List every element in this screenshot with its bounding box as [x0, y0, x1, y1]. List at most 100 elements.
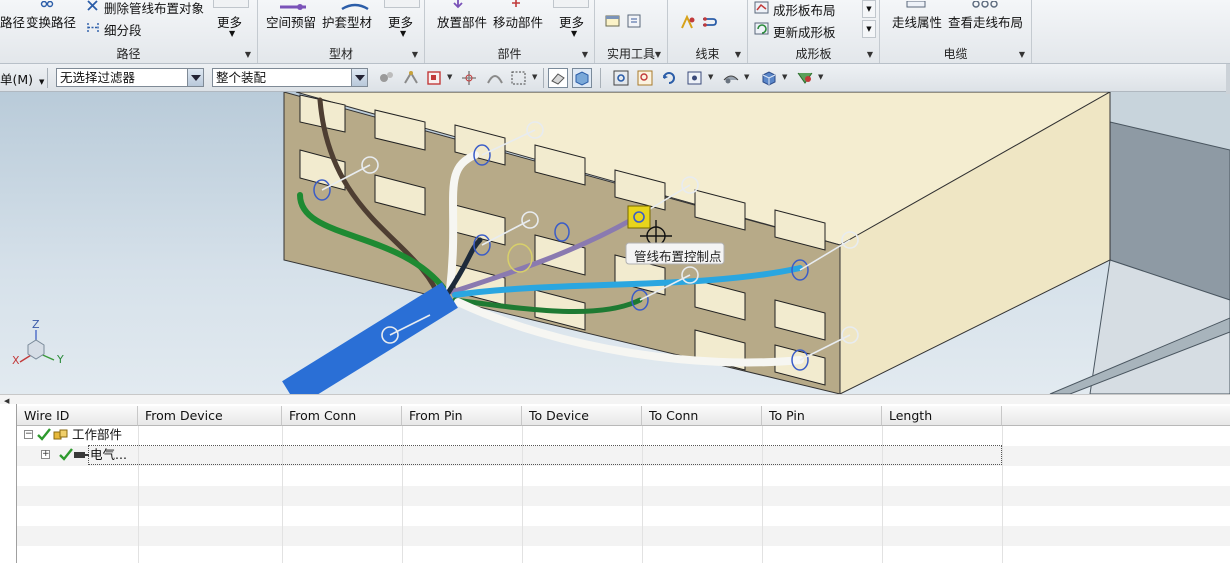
- move-part-icon: [509, 0, 523, 8]
- chevron-down-icon[interactable]: ▼: [447, 73, 452, 81]
- select-curve-icon[interactable]: [486, 69, 504, 87]
- panel-splitter[interactable]: ◀: [0, 394, 1230, 405]
- chevron-down-icon[interactable]: ▼: [818, 73, 823, 81]
- visibility-filter-icon[interactable]: [796, 69, 814, 87]
- sleeve-profile-button[interactable]: 护套型材: [322, 12, 372, 31]
- cable-bundle-sleeve[interactable]: [282, 282, 458, 394]
- formboard-layout-button[interactable]: 成形板布局: [773, 0, 836, 19]
- selected-control-point[interactable]: [627, 205, 651, 229]
- toolbar-edge: [1226, 64, 1230, 94]
- group-expand-icon[interactable]: ▼: [1019, 50, 1025, 59]
- place-part-button[interactable]: 放置部件: [437, 12, 487, 31]
- place-part-icon: [451, 0, 465, 9]
- snap-point-icon[interactable]: [402, 69, 420, 87]
- chevron-down-icon[interactable]: ▼: [782, 73, 787, 81]
- chevron-down-icon[interactable]: ▼: [708, 73, 713, 81]
- fit-view-icon[interactable]: [612, 69, 630, 87]
- table-row: [17, 506, 1230, 526]
- group-expand-icon[interactable]: ▼: [412, 50, 418, 59]
- group-title: 路径: [116, 47, 141, 61]
- utility-info-icon[interactable]: [627, 14, 643, 28]
- utility-window-icon[interactable]: [605, 14, 621, 28]
- model-canvas[interactable]: [0, 92, 1230, 394]
- group-expand-icon[interactable]: ▼: [582, 50, 588, 59]
- render-style-icon[interactable]: [722, 69, 740, 87]
- col-header-wire-id[interactable]: Wire ID: [17, 406, 138, 426]
- expand-toggle-icon[interactable]: +: [41, 450, 50, 459]
- select-features-icon[interactable]: [378, 69, 396, 87]
- group-expand-icon[interactable]: ▼: [867, 50, 873, 59]
- group-expand-icon[interactable]: ▼: [735, 50, 741, 59]
- update-formboard-button[interactable]: 更新成形板: [773, 22, 836, 41]
- rectangle-select-icon[interactable]: [510, 69, 528, 87]
- ribbon-group-cable: 走线属性 查看走线布局 电缆 ▼: [880, 0, 1032, 63]
- col-header-from-conn[interactable]: From Conn: [282, 406, 402, 426]
- formboard-more-icon[interactable]: ▼: [862, 20, 876, 38]
- orient-view-icon[interactable]: [686, 69, 704, 87]
- harness-icon[interactable]: [680, 14, 696, 30]
- ribbon: 路径 变换路径 删除管线布置对象 细分段 更多 ▼ 路径 ▼ 空间预留 护套型材…: [0, 0, 1230, 64]
- chevron-down-icon[interactable]: ▼: [744, 73, 749, 81]
- formboard-layout-icon: [754, 1, 770, 15]
- transform-path-icon: [40, 0, 54, 8]
- coordinate-triad: [19, 330, 55, 363]
- transform-path-button[interactable]: 变换路径: [26, 12, 76, 31]
- ribbon-group-parts: 放置部件 移动部件 更多 ▼ 部件 ▼: [425, 0, 595, 63]
- col-header-to-pin[interactable]: To Pin: [762, 406, 882, 426]
- space-reserve-icon: [278, 0, 308, 10]
- space-reserve-button[interactable]: 空间预留: [266, 12, 316, 31]
- col-header-to-conn[interactable]: To Conn: [642, 406, 762, 426]
- tree-node-work-part[interactable]: 工作部件: [72, 426, 122, 444]
- selection-scope-select[interactable]: 整个装配: [212, 68, 368, 87]
- group-expand-icon[interactable]: ▼: [655, 50, 661, 59]
- col-header-length[interactable]: Length: [882, 406, 1002, 426]
- separator: [47, 68, 48, 88]
- view-cube-icon[interactable]: [760, 69, 778, 87]
- move-part-button[interactable]: 移动部件: [493, 12, 543, 31]
- routing-properties-button[interactable]: 走线属性: [892, 12, 942, 31]
- table-row[interactable]: [17, 426, 1230, 446]
- ribbon-group-path: 路径 变换路径 删除管线布置对象 细分段 更多 ▼ 路径 ▼: [0, 0, 258, 63]
- delete-routing-objects-button[interactable]: 删除管线布置对象: [104, 0, 204, 17]
- group-title: 电缆: [943, 47, 968, 61]
- menu-label: 单(M): [0, 72, 34, 87]
- view-routing-layout-button[interactable]: 查看走线布局: [948, 12, 1023, 31]
- col-header-from-device[interactable]: From Device: [138, 406, 282, 426]
- collapse-arrow-icon[interactable]: ◀: [4, 397, 9, 405]
- table-row: [17, 546, 1230, 563]
- assembly-icon: [53, 428, 69, 442]
- chevron-down-icon: ▼: [39, 78, 45, 86]
- chevron-down-icon[interactable]: ▼: [532, 73, 537, 81]
- subdivide-segment-button[interactable]: 细分段: [104, 20, 142, 39]
- table-row: [17, 486, 1230, 506]
- sleeve-icon: [340, 0, 370, 11]
- ribbon-group-profile: 空间预留 护套型材 更多 ▼ 型材 ▼: [258, 0, 425, 63]
- more-icon: [213, 0, 249, 8]
- view-routing-layout-icon: [970, 0, 1000, 8]
- group-expand-icon[interactable]: ▼: [245, 50, 251, 59]
- shaded-view-icon[interactable]: [572, 68, 592, 88]
- ribbon-group-formboard: 成形板布局 更新成形板 ▼ ▼ 成形板 ▼: [748, 0, 880, 63]
- column-divider: [1002, 426, 1003, 563]
- table-row: [17, 526, 1230, 546]
- harness-wire-icon[interactable]: [701, 14, 717, 30]
- graphics-viewport[interactable]: 管线布置控制点 Z X Y: [0, 92, 1230, 394]
- selection-filter-select[interactable]: 无选择过滤器: [56, 68, 204, 87]
- col-header-to-device[interactable]: To Device: [522, 406, 642, 426]
- rotate-icon[interactable]: [660, 69, 678, 87]
- col-header-from-pin[interactable]: From Pin: [402, 406, 522, 426]
- menu-button[interactable]: 单(M) ▼: [0, 69, 44, 88]
- chevron-down-icon[interactable]: [351, 69, 367, 86]
- erase-selection-icon[interactable]: [548, 68, 568, 88]
- axis-z-label: Z: [32, 318, 40, 331]
- crosshair-icon[interactable]: [460, 69, 478, 87]
- collapse-toggle-icon[interactable]: −: [24, 430, 33, 439]
- path-button[interactable]: 路径: [0, 12, 25, 31]
- select-face-icon[interactable]: [426, 69, 444, 87]
- group-title: 型材: [328, 47, 353, 61]
- zoom-icon[interactable]: [636, 69, 654, 87]
- chevron-down-icon[interactable]: [187, 69, 203, 86]
- chevron-down-icon: ▼: [400, 29, 407, 38]
- formboard-dropdown-icon[interactable]: ▼: [862, 0, 876, 18]
- tree-node-electrical[interactable]: 电气...: [90, 446, 127, 464]
